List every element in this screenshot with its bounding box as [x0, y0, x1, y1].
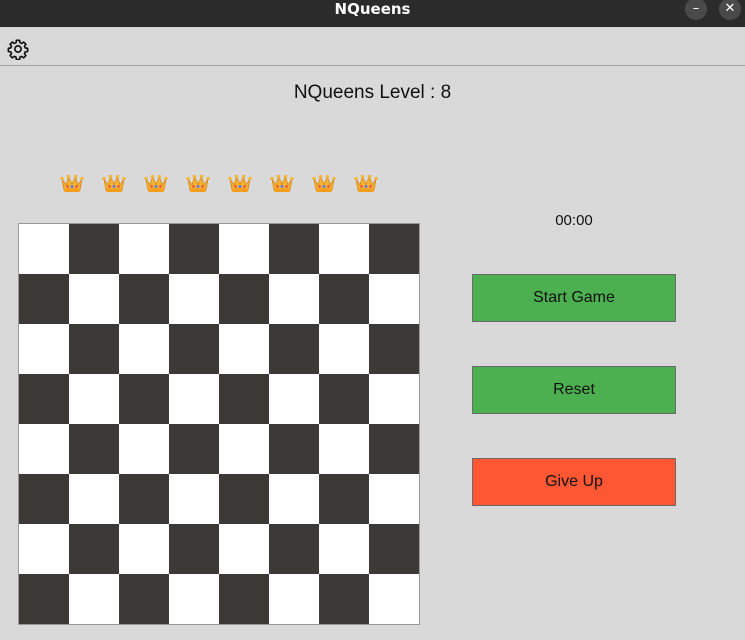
board-square[interactable]: [19, 324, 69, 374]
board-square[interactable]: [219, 324, 269, 374]
board-square[interactable]: [169, 374, 219, 424]
board-square[interactable]: [119, 574, 169, 624]
level-title: NQueens Level : 8: [293, 82, 452, 103]
gear-icon[interactable]: [7, 38, 29, 61]
timer: 00:00: [555, 212, 593, 229]
board-square[interactable]: [369, 424, 419, 474]
board-square[interactable]: [169, 274, 219, 324]
board-square[interactable]: [319, 374, 369, 424]
board-square[interactable]: [19, 274, 69, 324]
board-square[interactable]: [19, 574, 69, 624]
board-square[interactable]: [219, 424, 269, 474]
window-title: NQueens: [334, 0, 411, 18]
board-square[interactable]: [169, 474, 219, 524]
board-square[interactable]: [119, 524, 169, 574]
board-square[interactable]: [269, 224, 319, 274]
queen-icon[interactable]: [101, 170, 127, 196]
board-square[interactable]: [169, 574, 219, 624]
board-square[interactable]: [319, 224, 369, 274]
board-square[interactable]: [269, 574, 319, 624]
queen-icon[interactable]: [353, 170, 379, 196]
board-square[interactable]: [119, 474, 169, 524]
board-square[interactable]: [19, 424, 69, 474]
toolbar: [0, 27, 745, 66]
board-square[interactable]: [169, 424, 219, 474]
board-square[interactable]: [119, 224, 169, 274]
queen-icon[interactable]: [185, 170, 211, 196]
board-square[interactable]: [369, 224, 419, 274]
board-square[interactable]: [69, 474, 119, 524]
board-square[interactable]: [69, 274, 119, 324]
board-square[interactable]: [319, 274, 369, 324]
board-square[interactable]: [69, 224, 119, 274]
board-square[interactable]: [269, 524, 319, 574]
board-square[interactable]: [269, 374, 319, 424]
board-square[interactable]: [19, 474, 69, 524]
board-square[interactable]: [119, 274, 169, 324]
board-square[interactable]: [319, 524, 369, 574]
board-square[interactable]: [269, 424, 319, 474]
board-square[interactable]: [169, 224, 219, 274]
give-up-button[interactable]: Give Up: [472, 458, 676, 506]
board-square[interactable]: [369, 374, 419, 424]
board-square[interactable]: [369, 324, 419, 374]
board-square[interactable]: [119, 374, 169, 424]
board-square[interactable]: [219, 374, 269, 424]
board-square[interactable]: [219, 224, 269, 274]
board-square[interactable]: [269, 324, 319, 374]
queen-icon[interactable]: [143, 170, 169, 196]
board-square[interactable]: [219, 274, 269, 324]
board-square[interactable]: [19, 524, 69, 574]
queen-icon[interactable]: [227, 170, 253, 196]
board-square[interactable]: [319, 424, 369, 474]
board-square[interactable]: [19, 374, 69, 424]
board-square[interactable]: [19, 224, 69, 274]
board-square[interactable]: [69, 424, 119, 474]
board-square[interactable]: [169, 324, 219, 374]
queen-icon[interactable]: [311, 170, 337, 196]
board-square[interactable]: [369, 474, 419, 524]
board-square[interactable]: [119, 424, 169, 474]
board-square[interactable]: [219, 524, 269, 574]
board-square[interactable]: [69, 374, 119, 424]
board-square[interactable]: [69, 324, 119, 374]
board-square[interactable]: [69, 574, 119, 624]
start-game-button[interactable]: Start Game: [472, 274, 676, 322]
chess-board[interactable]: [18, 223, 420, 625]
board-square[interactable]: [369, 274, 419, 324]
board-square[interactable]: [119, 324, 169, 374]
board-square[interactable]: [69, 524, 119, 574]
board-square[interactable]: [269, 474, 319, 524]
reset-button[interactable]: Reset: [472, 366, 676, 414]
board-square[interactable]: [269, 274, 319, 324]
board-square[interactable]: [369, 574, 419, 624]
board-square[interactable]: [319, 474, 369, 524]
board-square[interactable]: [319, 574, 369, 624]
queen-icon[interactable]: [59, 170, 85, 196]
queen-icon[interactable]: [269, 170, 295, 196]
board-square[interactable]: [169, 524, 219, 574]
board-square[interactable]: [219, 474, 269, 524]
board-square[interactable]: [369, 524, 419, 574]
board-square[interactable]: [219, 574, 269, 624]
board-square[interactable]: [319, 324, 369, 374]
window-titlebar: NQueens – ✕: [0, 0, 745, 27]
